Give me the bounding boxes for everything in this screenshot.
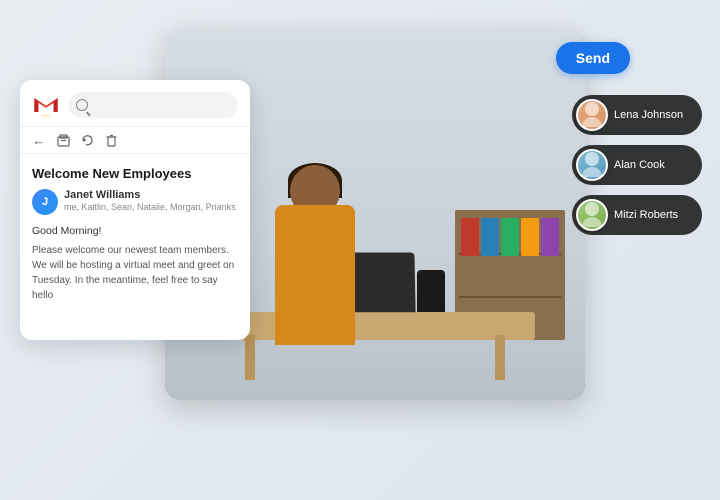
email-body-text: Please welcome our newest team members. …: [32, 243, 238, 303]
email-subject: Welcome New Employees: [32, 166, 238, 181]
recipient-avatar-2: [576, 149, 608, 181]
email-greeting: Good Morning!: [32, 225, 238, 237]
desk: [215, 312, 535, 340]
recipients-panel: Lena Johnson Alan Cook Mitzi Roberts: [572, 95, 702, 235]
recipient-item-1: Lena Johnson: [572, 95, 702, 135]
archive-button[interactable]: [56, 133, 70, 147]
gmail-search-bar[interactable]: [68, 92, 238, 118]
recipient-avatar-3: [576, 199, 608, 231]
sender-avatar: J: [32, 189, 58, 215]
recipient-name-2: Alan Cook: [614, 159, 665, 171]
gmail-logo-icon: [32, 94, 60, 116]
search-icon: [76, 99, 88, 111]
sender-name: Janet Williams: [64, 189, 238, 201]
gmail-card: ← Welcome New Employees J Janet Williams…: [20, 80, 250, 340]
sender-info: Janet Williams me, Kaitlin, Sean, Natali…: [64, 189, 238, 212]
recipient-name-1: Lena Johnson: [614, 109, 683, 121]
recipient-avatar-1: [576, 99, 608, 131]
gmail-header: [20, 80, 250, 127]
person-figure: [275, 205, 355, 345]
delete-button[interactable]: [104, 133, 118, 147]
send-button[interactable]: Send: [556, 42, 630, 74]
gmail-toolbar: ←: [20, 127, 250, 154]
sender-recipients: me, Kaitlin, Sean, Natalie, Morgan, Pria…: [64, 202, 238, 212]
recipient-name-3: Mitzi Roberts: [614, 209, 678, 221]
sender-row: J Janet Williams me, Kaitlin, Sean, Nata…: [32, 189, 238, 215]
gmail-email-body: Welcome New Employees J Janet Williams m…: [20, 154, 250, 315]
refresh-button[interactable]: [80, 133, 94, 147]
recipient-item-3: Mitzi Roberts: [572, 195, 702, 235]
main-scene: ← Welcome New Employees J Janet Williams…: [0, 0, 720, 500]
recipient-item-2: Alan Cook: [572, 145, 702, 185]
back-button[interactable]: ←: [32, 133, 46, 147]
